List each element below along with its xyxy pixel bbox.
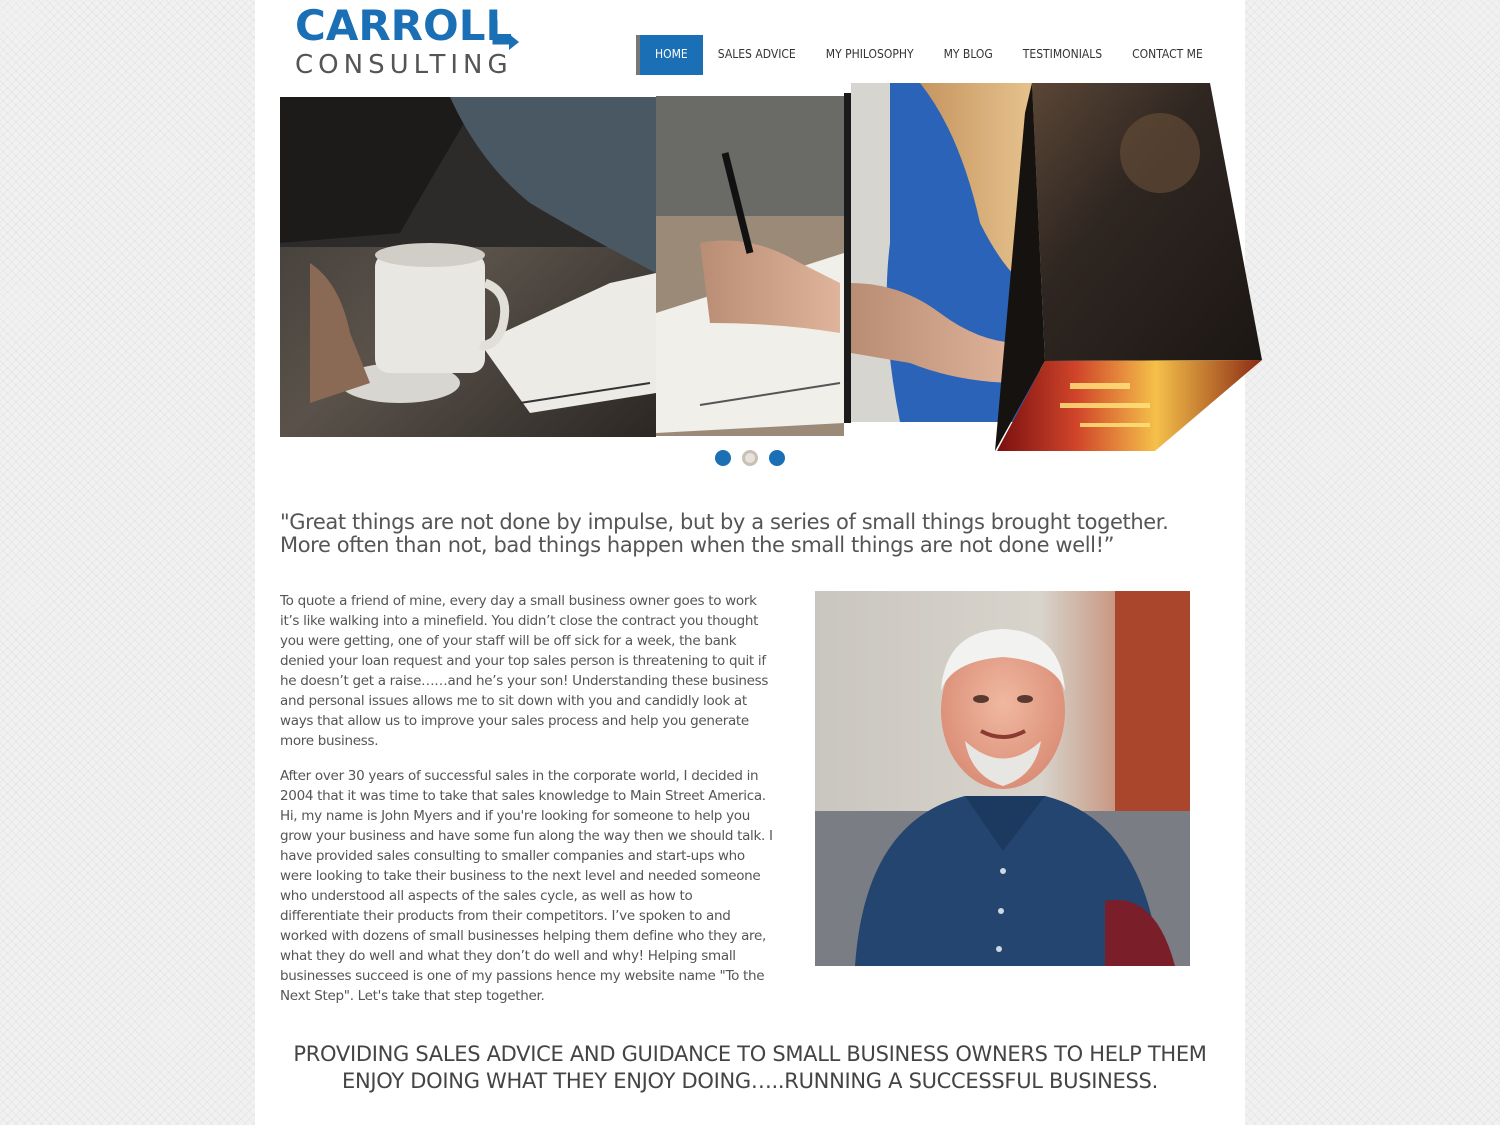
nav-item-home[interactable]: HOME [636,35,703,75]
portrait-photo [815,591,1190,966]
slider-dot-3[interactable] [769,450,785,466]
site-logo[interactable]: CARROLL CONSULTING [295,4,525,80]
nav-item-my-philosophy[interactable]: MY PHILOSOPHY [811,35,929,75]
mission-tagline: PROVIDING SALES ADVICE AND GUIDANCE TO S… [293,1042,1207,1093]
featured-quote: "Great things are not done by impulse, b… [280,510,1169,557]
nav-item-my-blog[interactable]: MY BLOG [929,35,1008,75]
main-nav: HOME SALES ADVICE MY PHILOSOPHY MY BLOG … [636,35,1218,75]
image-slider[interactable] [280,83,1270,463]
logo-arrow-icon [492,20,519,50]
about-paragraph-2: After over 30 years of successful sales … [280,768,773,1004]
about-text: To quote a friend of mine, every day a s… [280,591,775,1021]
slider-image [280,83,1262,451]
nav-item-sales-advice[interactable]: SALES ADVICE [703,35,811,75]
logo-line1: CARROLL [295,1,513,50]
slider-dots [715,450,785,466]
nav-item-contact-me[interactable]: CONTACT ME [1117,35,1218,75]
slider-dot-2[interactable] [742,450,758,466]
about-paragraph-1: To quote a friend of mine, every day a s… [280,593,769,749]
page-container: CARROLL CONSULTING HOME SALES ADVICE MY … [255,0,1262,1125]
logo-line2: CONSULTING [295,50,513,80]
slider-dot-1[interactable] [715,450,731,466]
nav-item-testimonials[interactable]: TESTIMONIALS [1008,35,1117,75]
